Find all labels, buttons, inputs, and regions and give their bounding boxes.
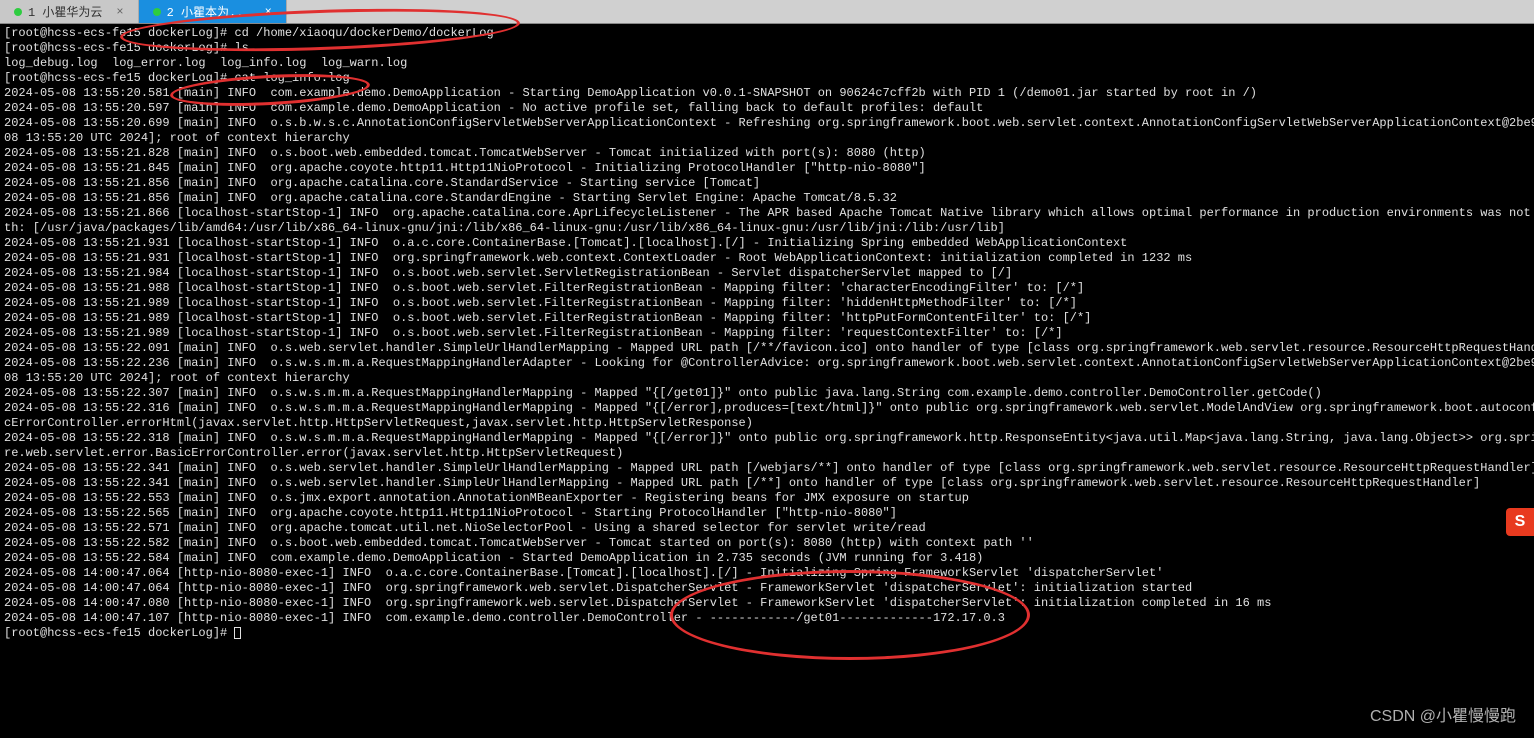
terminal-line: 2024-05-08 13:55:22.584 [main] INFO com.… bbox=[4, 551, 1530, 566]
status-dot-icon bbox=[14, 8, 22, 16]
terminal-line: 2024-05-08 13:55:22.582 [main] INFO o.s.… bbox=[4, 536, 1530, 551]
terminal-line: 2024-05-08 13:55:21.828 [main] INFO o.s.… bbox=[4, 146, 1530, 161]
terminal-line: 2024-05-08 13:55:22.316 [main] INFO o.s.… bbox=[4, 401, 1530, 416]
tab-bar: 1 小瞿华为云 × 2 小瞿本为... × bbox=[0, 0, 1534, 24]
terminal-line: 2024-05-08 13:55:20.581 [main] INFO com.… bbox=[4, 86, 1530, 101]
terminal-line: log_debug.log log_error.log log_info.log… bbox=[4, 56, 1530, 71]
terminal-line: 08 13:55:20 UTC 2024]; root of context h… bbox=[4, 371, 1530, 386]
terminal-line: 2024-05-08 13:55:22.341 [main] INFO o.s.… bbox=[4, 461, 1530, 476]
terminal-cursor bbox=[234, 627, 241, 639]
terminal-output[interactable]: [root@hcss-ecs-fe15 dockerLog]# cd /home… bbox=[0, 24, 1534, 643]
terminal-line: [root@hcss-ecs-fe15 dockerLog]# bbox=[4, 626, 1530, 641]
terminal-line: 2024-05-08 13:55:21.845 [main] INFO org.… bbox=[4, 161, 1530, 176]
terminal-line: cErrorController.errorHtml(javax.servlet… bbox=[4, 416, 1530, 431]
terminal-line: [root@hcss-ecs-fe15 dockerLog]# cd /home… bbox=[4, 26, 1530, 41]
terminal-line: 2024-05-08 13:55:21.989 [localhost-start… bbox=[4, 326, 1530, 341]
terminal-line: 2024-05-08 13:55:22.565 [main] INFO org.… bbox=[4, 506, 1530, 521]
terminal-line: 2024-05-08 13:55:21.866 [localhost-start… bbox=[4, 206, 1530, 221]
terminal-line: 2024-05-08 13:55:22.236 [main] INFO o.s.… bbox=[4, 356, 1530, 371]
terminal-line: [root@hcss-ecs-fe15 dockerLog]# cat log_… bbox=[4, 71, 1530, 86]
terminal-line: 2024-05-08 14:00:47.064 [http-nio-8080-e… bbox=[4, 581, 1530, 596]
ime-badge[interactable]: S bbox=[1506, 508, 1534, 536]
terminal-line: 08 13:55:20 UTC 2024]; root of context h… bbox=[4, 131, 1530, 146]
terminal-line: 2024-05-08 13:55:20.597 [main] INFO com.… bbox=[4, 101, 1530, 116]
tab-label: 2 小瞿本为... bbox=[167, 3, 251, 20]
terminal-line: 2024-05-08 14:00:47.080 [http-nio-8080-e… bbox=[4, 596, 1530, 611]
terminal-line: [root@hcss-ecs-fe15 dockerLog]# ls bbox=[4, 41, 1530, 56]
terminal-line: 2024-05-08 13:55:22.318 [main] INFO o.s.… bbox=[4, 431, 1530, 446]
terminal-line: 2024-05-08 13:55:22.091 [main] INFO o.s.… bbox=[4, 341, 1530, 356]
tab-session-2[interactable]: 2 小瞿本为... × bbox=[139, 0, 287, 23]
terminal-line: 2024-05-08 13:55:21.989 [localhost-start… bbox=[4, 296, 1530, 311]
terminal-line: 2024-05-08 14:00:47.064 [http-nio-8080-e… bbox=[4, 566, 1530, 581]
terminal-line: th: [/usr/java/packages/lib/amd64:/usr/l… bbox=[4, 221, 1530, 236]
terminal-line: 2024-05-08 13:55:22.571 [main] INFO org.… bbox=[4, 521, 1530, 536]
terminal-line: 2024-05-08 13:55:21.856 [main] INFO org.… bbox=[4, 191, 1530, 206]
terminal-line: 2024-05-08 13:55:21.931 [localhost-start… bbox=[4, 236, 1530, 251]
ime-badge-letter: S bbox=[1515, 513, 1526, 531]
terminal-line: 2024-05-08 13:55:20.699 [main] INFO o.s.… bbox=[4, 116, 1530, 131]
terminal-line: 2024-05-08 14:00:47.107 [http-nio-8080-e… bbox=[4, 611, 1530, 626]
terminal-line: 2024-05-08 13:55:21.931 [localhost-start… bbox=[4, 251, 1530, 266]
watermark: CSDN @小瞿慢慢跑 bbox=[1370, 702, 1516, 726]
terminal-line: 2024-05-08 13:55:22.553 [main] INFO o.s.… bbox=[4, 491, 1530, 506]
tab-label: 1 小瞿华为云 bbox=[28, 3, 102, 20]
close-icon[interactable]: × bbox=[265, 5, 272, 19]
terminal-line: 2024-05-08 13:55:22.307 [main] INFO o.s.… bbox=[4, 386, 1530, 401]
terminal-line: 2024-05-08 13:55:21.984 [localhost-start… bbox=[4, 266, 1530, 281]
tab-session-1[interactable]: 1 小瞿华为云 × bbox=[0, 0, 139, 23]
terminal-line: 2024-05-08 13:55:22.341 [main] INFO o.s.… bbox=[4, 476, 1530, 491]
terminal-line: 2024-05-08 13:55:21.989 [localhost-start… bbox=[4, 311, 1530, 326]
close-icon[interactable]: × bbox=[116, 5, 123, 19]
terminal-line: 2024-05-08 13:55:21.856 [main] INFO org.… bbox=[4, 176, 1530, 191]
terminal-line: 2024-05-08 13:55:21.988 [localhost-start… bbox=[4, 281, 1530, 296]
status-dot-icon bbox=[153, 8, 161, 16]
terminal-line: re.web.servlet.error.BasicErrorControlle… bbox=[4, 446, 1530, 461]
